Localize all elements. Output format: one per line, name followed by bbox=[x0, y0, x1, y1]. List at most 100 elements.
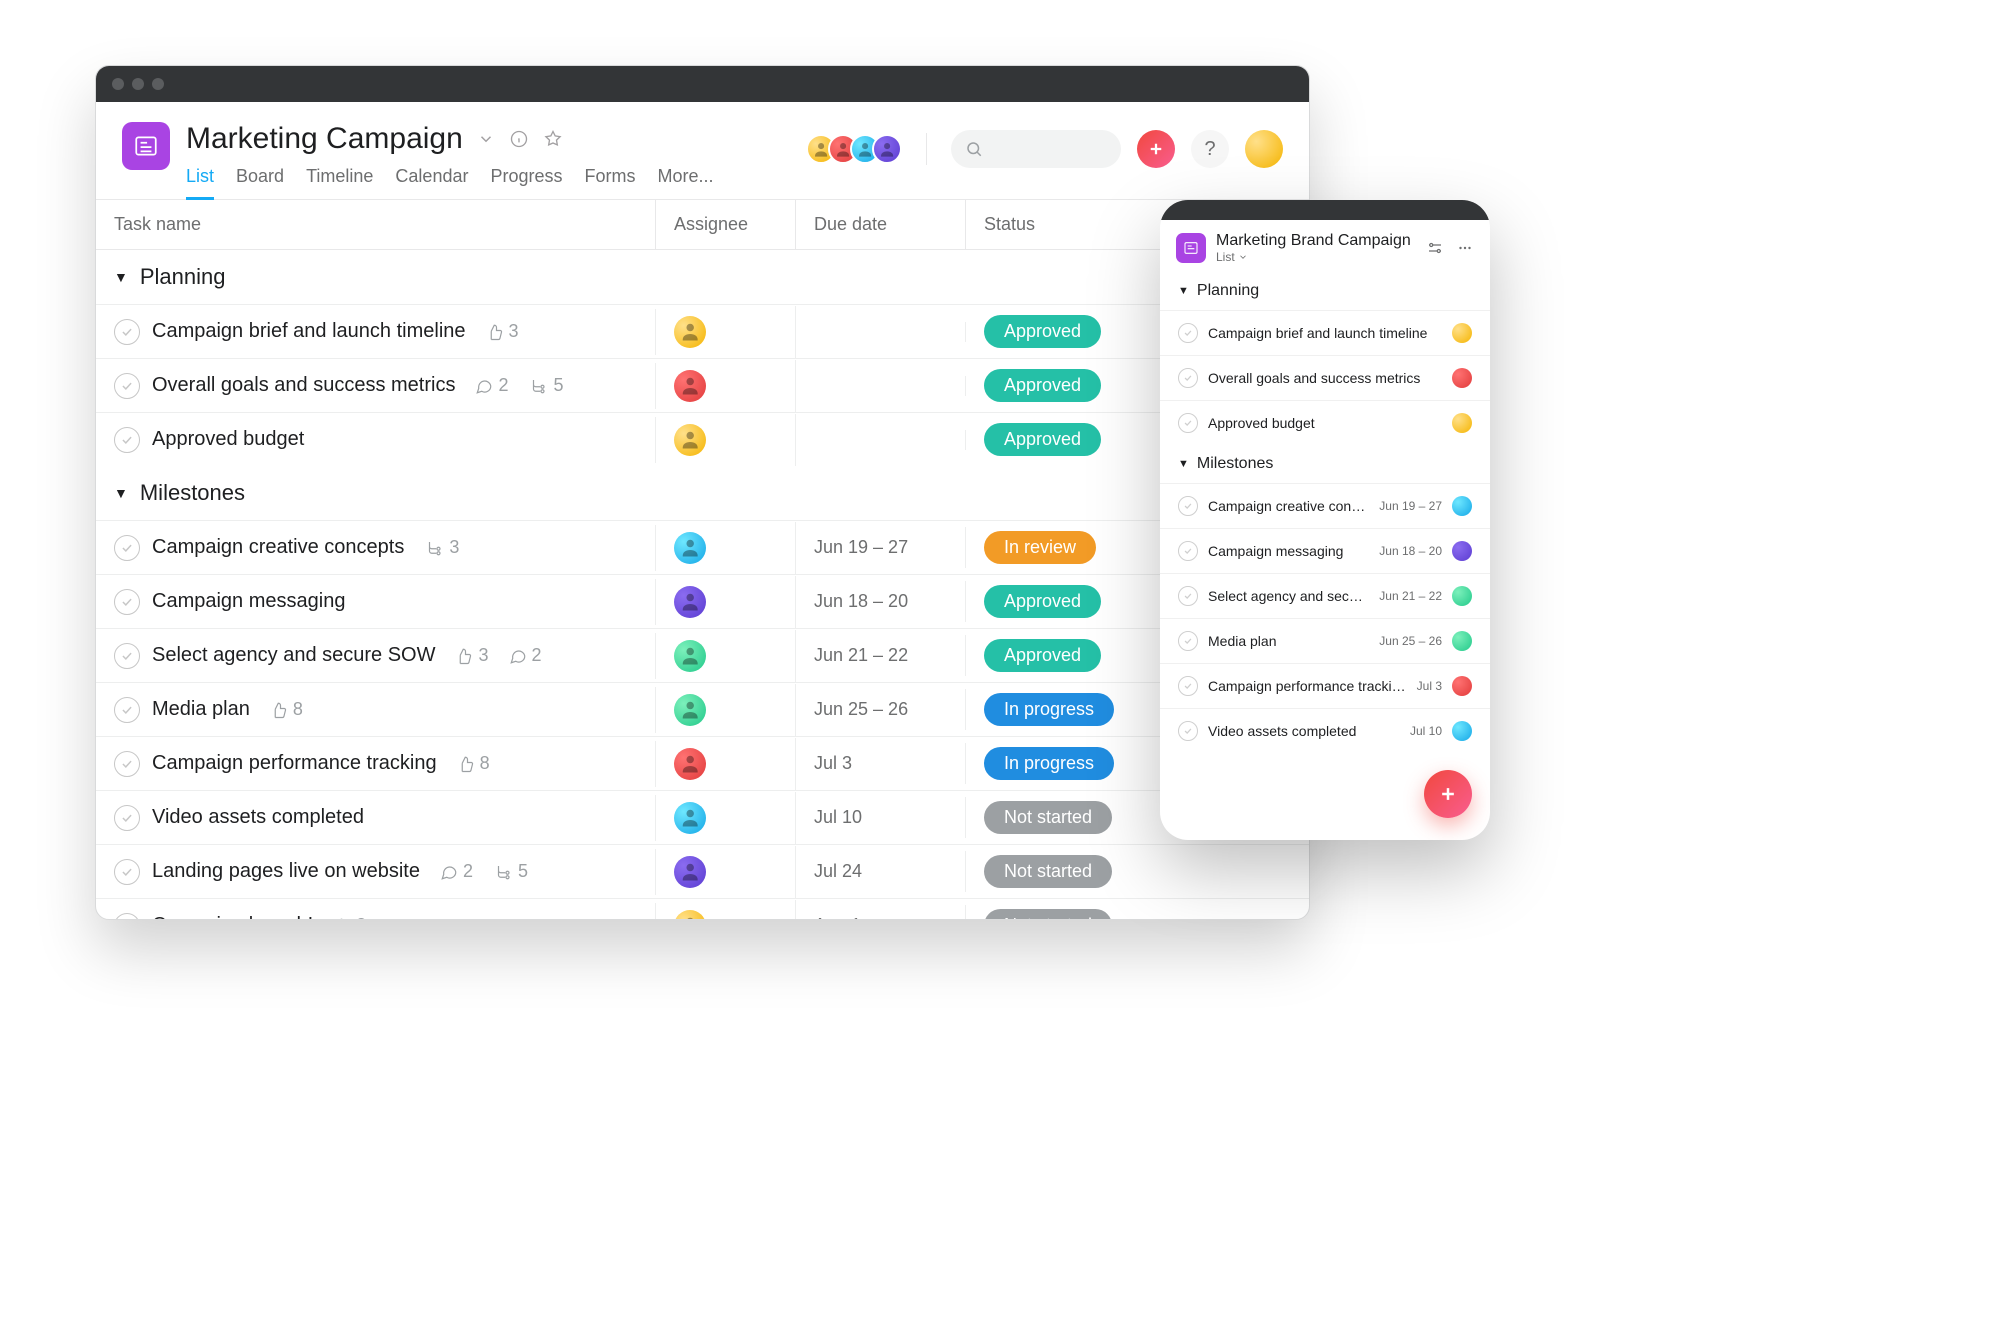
tab-timeline[interactable]: Timeline bbox=[306, 166, 373, 199]
window-dot[interactable] bbox=[112, 78, 124, 90]
task-name[interactable]: Campaign launch! bbox=[152, 914, 313, 920]
task-row[interactable]: Select agency and secure SOW32Jun 21 – 2… bbox=[96, 628, 1309, 682]
info-icon[interactable] bbox=[509, 129, 529, 149]
due-date[interactable]: Jul 10 bbox=[814, 807, 862, 828]
assignee-avatar[interactable] bbox=[674, 640, 706, 672]
complete-checkbox[interactable] bbox=[1178, 631, 1198, 651]
complete-checkbox[interactable] bbox=[1178, 496, 1198, 516]
due-date[interactable]: Jun 25 – 26 bbox=[814, 699, 908, 720]
assignee-avatar[interactable] bbox=[674, 532, 706, 564]
window-dot[interactable] bbox=[152, 78, 164, 90]
member-avatars[interactable] bbox=[806, 134, 902, 164]
assignee-avatar[interactable] bbox=[674, 586, 706, 618]
task-row[interactable]: Overall goals and success metrics 25 Appro… bbox=[96, 358, 1309, 412]
comments-count[interactable]: 2 bbox=[440, 861, 473, 882]
task-name[interactable]: Campaign messaging bbox=[152, 590, 345, 613]
mobile-section-header[interactable]: ▼Milestones bbox=[1160, 445, 1490, 483]
mobile-task-row[interactable]: Campaign brief and launch timeline bbox=[1160, 310, 1490, 355]
current-user-avatar[interactable] bbox=[1245, 130, 1283, 168]
mobile-view-selector[interactable]: List bbox=[1216, 250, 1411, 264]
due-date[interactable]: Jul 24 bbox=[814, 861, 862, 882]
window-dot[interactable] bbox=[132, 78, 144, 90]
complete-checkbox[interactable] bbox=[114, 913, 140, 921]
likes-count[interactable]: 8 bbox=[457, 753, 490, 774]
assignee-avatar[interactable] bbox=[674, 370, 706, 402]
help-button[interactable]: ? bbox=[1191, 130, 1229, 168]
task-name[interactable]: Campaign performance tracking bbox=[152, 752, 437, 775]
subtasks-count[interactable]: 5 bbox=[528, 375, 563, 396]
likes-count[interactable]: 8 bbox=[270, 699, 303, 720]
task-name[interactable]: Campaign brief and launch timeline bbox=[1208, 325, 1432, 341]
complete-checkbox[interactable] bbox=[114, 535, 140, 561]
comments-count[interactable]: 2 bbox=[509, 645, 542, 666]
assignee-avatar[interactable] bbox=[674, 856, 706, 888]
star-icon[interactable] bbox=[543, 129, 563, 149]
mobile-project-title[interactable]: Marketing Brand Campaign bbox=[1216, 232, 1411, 250]
due-date[interactable]: Jun 21 – 22 bbox=[814, 645, 908, 666]
task-name[interactable]: Video assets completed bbox=[152, 806, 364, 829]
likes-count[interactable]: 8 bbox=[333, 915, 366, 920]
task-row[interactable]: Campaign brief and launch timeline3Appro… bbox=[96, 304, 1309, 358]
mobile-task-row[interactable]: Video assets completedJul 10 bbox=[1160, 708, 1490, 753]
col-assignee[interactable]: Assignee bbox=[656, 200, 796, 249]
task-name[interactable]: Overall goals and success metrics bbox=[1208, 370, 1432, 386]
complete-checkbox[interactable] bbox=[114, 751, 140, 777]
assignee-avatar[interactable] bbox=[1452, 368, 1472, 388]
status-pill[interactable]: In progress bbox=[984, 747, 1114, 780]
mobile-task-row[interactable]: Media planJun 25 – 26 bbox=[1160, 618, 1490, 663]
assignee-avatar[interactable] bbox=[1452, 323, 1472, 343]
assignee-avatar[interactable] bbox=[674, 424, 706, 456]
complete-checkbox[interactable] bbox=[114, 589, 140, 615]
complete-checkbox[interactable] bbox=[114, 643, 140, 669]
complete-checkbox[interactable] bbox=[114, 697, 140, 723]
complete-checkbox[interactable] bbox=[1178, 721, 1198, 741]
comments-count[interactable]: 2 bbox=[475, 375, 508, 396]
mobile-task-row[interactable]: Campaign creative conceptsJun 19 – 27 bbox=[1160, 483, 1490, 528]
complete-checkbox[interactable] bbox=[1178, 413, 1198, 433]
task-name[interactable]: Campaign performance tracking bbox=[1208, 678, 1407, 694]
tab-board[interactable]: Board bbox=[236, 166, 284, 199]
complete-checkbox[interactable] bbox=[114, 373, 140, 399]
task-name[interactable]: Approved budget bbox=[1208, 415, 1432, 431]
filters-icon[interactable] bbox=[1426, 239, 1444, 257]
task-name[interactable]: Overall goals and success metrics bbox=[152, 374, 455, 397]
status-pill[interactable]: In progress bbox=[984, 693, 1114, 726]
complete-checkbox[interactable] bbox=[114, 427, 140, 453]
mobile-task-row[interactable]: Select agency and secure SOWJun 21 – 22 bbox=[1160, 573, 1490, 618]
add-button[interactable] bbox=[1137, 130, 1175, 168]
complete-checkbox[interactable] bbox=[1178, 586, 1198, 606]
chevron-down-icon[interactable] bbox=[477, 130, 495, 148]
due-date[interactable]: Jun 18 – 20 bbox=[814, 591, 908, 612]
assignee-avatar[interactable] bbox=[674, 910, 706, 921]
assignee-avatar[interactable] bbox=[1452, 721, 1472, 741]
mobile-task-row[interactable]: Campaign messagingJun 18 – 20 bbox=[1160, 528, 1490, 573]
task-row[interactable]: Campaign creative concepts3Jun 19 – 27In… bbox=[96, 520, 1309, 574]
task-name[interactable]: Media plan bbox=[152, 698, 250, 721]
mobile-task-row[interactable]: Campaign performance trackingJul 3 bbox=[1160, 663, 1490, 708]
section-header[interactable]: ▼Milestones bbox=[96, 466, 1309, 520]
assignee-avatar[interactable] bbox=[674, 748, 706, 780]
complete-checkbox[interactable] bbox=[114, 805, 140, 831]
tab-calendar[interactable]: Calendar bbox=[395, 166, 468, 199]
section-header[interactable]: ▼Planning bbox=[96, 250, 1309, 304]
member-avatar[interactable] bbox=[872, 134, 902, 164]
task-row[interactable]: Approved budgetApproved bbox=[96, 412, 1309, 466]
task-row[interactable]: Campaign performance tracking 8 Jul 3 In pr… bbox=[96, 736, 1309, 790]
status-pill[interactable]: Not started bbox=[984, 909, 1112, 920]
mobile-section-header[interactable]: ▼Planning bbox=[1160, 272, 1490, 310]
more-icon[interactable] bbox=[1456, 239, 1474, 257]
status-pill[interactable]: Not started bbox=[984, 855, 1112, 888]
status-pill[interactable]: Approved bbox=[984, 315, 1101, 348]
status-pill[interactable]: Approved bbox=[984, 639, 1101, 672]
status-pill[interactable]: Approved bbox=[984, 369, 1101, 402]
mobile-add-button[interactable] bbox=[1424, 770, 1472, 818]
task-name[interactable]: Approved budget bbox=[152, 428, 304, 451]
task-row[interactable]: Media plan 8 Jun 25 – 26 In progress bbox=[96, 682, 1309, 736]
task-row[interactable]: Video assets completedJul 10Not started bbox=[96, 790, 1309, 844]
due-date[interactable]: Jul 3 bbox=[814, 753, 852, 774]
assignee-avatar[interactable] bbox=[674, 694, 706, 726]
assignee-avatar[interactable] bbox=[1452, 586, 1472, 606]
assignee-avatar[interactable] bbox=[674, 802, 706, 834]
col-due[interactable]: Due date bbox=[796, 200, 966, 249]
task-name[interactable]: Select agency and secure SOW bbox=[1208, 588, 1369, 604]
